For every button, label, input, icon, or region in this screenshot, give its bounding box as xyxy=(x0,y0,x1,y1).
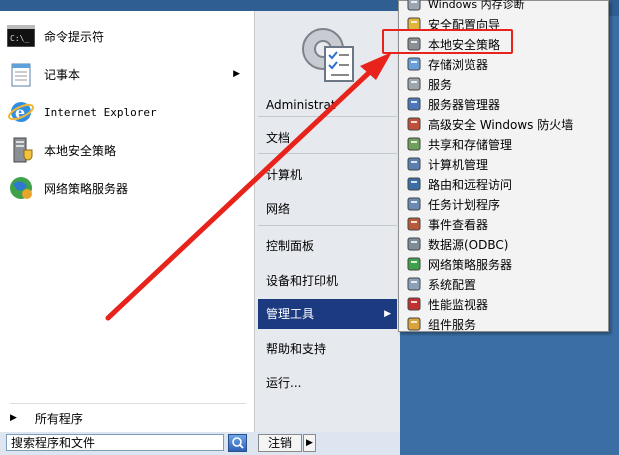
notepad-icon xyxy=(6,60,36,88)
submenu-item[interactable]: 数据源(ODBC) xyxy=(401,234,606,254)
submenu-item[interactable]: 服务器管理器 xyxy=(401,94,606,114)
divider xyxy=(258,116,397,117)
network-policy-server-icon xyxy=(406,256,422,272)
divider xyxy=(10,403,246,404)
search-input[interactable]: 搜索程序和文件 xyxy=(6,434,224,451)
memory-diagnostic-icon xyxy=(406,0,422,12)
right-item-documents[interactable]: 文档 xyxy=(258,123,397,153)
submenu-item-label: 高级安全 Windows 防火墙 xyxy=(428,117,574,132)
submenu-item[interactable]: 服务 xyxy=(401,74,606,94)
submenu-item-label: 存储浏览器 xyxy=(428,57,489,72)
component-services-icon xyxy=(406,316,422,332)
start-menu-left-pane: C:\_ 命令提示符 记事本 ▶ e Internet Explorer 本地安… xyxy=(0,11,255,432)
admin-tools-icon xyxy=(302,28,354,82)
submenu-item[interactable]: 路由和远程访问 xyxy=(401,174,606,194)
ie-icon: e xyxy=(6,98,36,126)
right-item-run[interactable]: 运行... xyxy=(258,368,397,398)
right-item-control-panel[interactable]: 控制面板 xyxy=(258,231,397,261)
chevron-right-icon: ▶ xyxy=(233,69,240,79)
submenu-item[interactable]: 共享和存储管理 xyxy=(401,134,606,154)
submenu-item[interactable]: 网络策略服务器 xyxy=(401,254,606,274)
submenu-item[interactable]: 事件查看器 xyxy=(401,214,606,234)
pinned-item-label: 网络策略服务器 xyxy=(44,181,129,196)
submenu-item[interactable]: 性能监视器 xyxy=(401,294,606,314)
share-storage-icon xyxy=(406,136,422,152)
pinned-item-label: 命令提示符 xyxy=(44,29,105,44)
server-manager-icon xyxy=(406,96,422,112)
submenu-item-label: 路由和远程访问 xyxy=(428,177,513,192)
services-icon xyxy=(406,76,422,92)
submenu-item[interactable]: Windows 内存诊断 xyxy=(401,0,606,14)
start-menu-right-pane: Administrat 文档 计算机 网络 控制面板 设备和打印机 管理工具 ▶… xyxy=(255,11,400,432)
right-item-admin-tools[interactable]: 管理工具 ▶ xyxy=(258,299,397,329)
submenu-item-label: 网络策略服务器 xyxy=(428,257,513,272)
pinned-item-label: 本地安全策略 xyxy=(44,143,117,158)
search-icon[interactable] xyxy=(228,434,247,452)
chevron-right-icon: ▶ xyxy=(10,413,17,423)
chevron-right-icon[interactable]: ▶ xyxy=(303,434,316,452)
svg-text:C:\_: C:\_ xyxy=(10,34,29,43)
right-item-network[interactable]: 网络 xyxy=(258,194,397,224)
all-programs-label: 所有程序 xyxy=(34,411,83,426)
all-programs-button[interactable]: ▶ 所有程序 xyxy=(6,407,246,429)
network-policy-server-icon xyxy=(6,174,36,202)
cmd-icon: C:\_ xyxy=(6,22,36,50)
logoff-button[interactable]: 注销 xyxy=(258,434,302,452)
pinned-item-label: Internet Explorer xyxy=(44,105,157,119)
pinned-item-notepad[interactable]: 记事本 ▶ xyxy=(6,57,246,91)
right-item-help[interactable]: 帮助和支持 xyxy=(258,334,397,364)
start-menu-bottom-bar: 搜索程序和文件 注销 ▶ xyxy=(0,432,400,455)
submenu-item-label: 共享和存储管理 xyxy=(428,137,513,152)
computer-management-icon xyxy=(406,156,422,172)
odbc-icon xyxy=(406,236,422,252)
storage-explorer-icon xyxy=(406,56,422,72)
submenu-item-label: 组件服务 xyxy=(428,317,477,332)
submenu-item-label: 服务 xyxy=(428,77,453,92)
submenu-item[interactable]: 高级安全 Windows 防火墙 xyxy=(401,114,606,134)
system-config-icon xyxy=(406,276,422,292)
annotation-highlight-box xyxy=(382,29,513,54)
submenu-item-label: 系统配置 xyxy=(428,277,477,292)
admin-tools-label: 管理工具 xyxy=(266,307,315,321)
pinned-item-network-policy-server[interactable]: 网络策略服务器 xyxy=(6,171,246,205)
submenu-item[interactable]: 系统配置 xyxy=(401,274,606,294)
pinned-item-ie[interactable]: e Internet Explorer xyxy=(6,95,246,129)
firewall-icon xyxy=(406,116,422,132)
submenu-item-label: 性能监视器 xyxy=(428,297,489,312)
chevron-right-icon: ▶ xyxy=(384,309,391,319)
divider xyxy=(258,225,397,226)
submenu-item[interactable]: 组件服务 xyxy=(401,314,606,334)
submenu-item-label: 事件查看器 xyxy=(428,217,489,232)
right-item-computer[interactable]: 计算机 xyxy=(258,160,397,190)
submenu-item[interactable]: 任务计划程序 xyxy=(401,194,606,214)
performance-monitor-icon xyxy=(406,296,422,312)
event-viewer-icon xyxy=(406,216,422,232)
submenu-item-label: 任务计划程序 xyxy=(428,197,501,212)
routing-icon xyxy=(406,176,422,192)
submenu-item[interactable]: 存储浏览器 xyxy=(401,54,606,74)
divider xyxy=(258,153,397,154)
submenu-item-label: 计算机管理 xyxy=(428,157,489,172)
submenu-item-label: Windows 内存诊断 xyxy=(428,0,525,11)
pinned-item-cmd[interactable]: C:\_ 命令提示符 xyxy=(6,19,246,53)
submenu-item-label: 服务器管理器 xyxy=(428,97,501,112)
pinned-item-local-security-policy[interactable]: 本地安全策略 xyxy=(6,133,246,167)
local-security-policy-icon xyxy=(6,136,36,164)
pinned-item-label: 记事本 xyxy=(44,67,81,82)
right-item-devices-printers[interactable]: 设备和打印机 xyxy=(258,266,397,296)
submenu-item[interactable]: 计算机管理 xyxy=(401,154,606,174)
task-scheduler-icon xyxy=(406,196,422,212)
submenu-item-label: 数据源(ODBC) xyxy=(428,237,509,252)
